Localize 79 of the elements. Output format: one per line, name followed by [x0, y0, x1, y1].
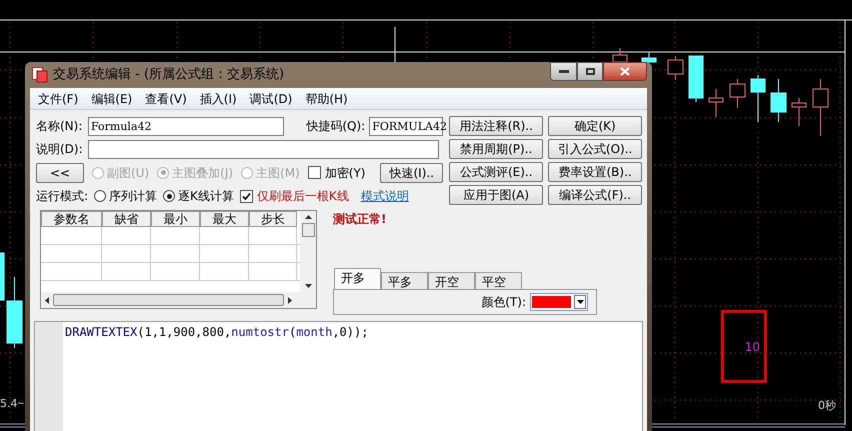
code-line: DRAWTEXTEX(1,1,900,800,numtostr(month,0)); [65, 324, 368, 341]
tab[interactable]: 开空 [428, 272, 475, 289]
code-editor[interactable]: DRAWTEXTEX(1,1,900,800,numtostr(month,0)); [34, 321, 643, 431]
candlestick [770, 78, 786, 122]
mode-label: 运行模式: [36, 188, 88, 205]
radio-label: 逐K线计算 [178, 188, 234, 205]
close-button[interactable] [603, 62, 647, 81]
input-field[interactable] [88, 140, 439, 158]
candlestick [812, 78, 828, 136]
radio-button[interactable] [94, 190, 106, 202]
tab[interactable]: 平多 [381, 272, 428, 289]
column-header[interactable]: 步长 [249, 211, 297, 227]
radio-label: 副图(U) [107, 164, 150, 182]
menu-item[interactable]: 插入(I) [200, 90, 237, 108]
price-marker: ~ [17, 398, 25, 411]
radio-label: 主图(M) [256, 164, 300, 182]
status-message: 测试正常! [333, 211, 388, 228]
candlestick [730, 78, 746, 108]
color-label: 颜色(T): [481, 294, 526, 311]
minimize-button[interactable] [550, 62, 577, 81]
vertical-scrollbar[interactable] [300, 211, 316, 292]
checkbox-label: 仅刷最后一根K线 [256, 188, 349, 205]
candlestick [612, 48, 628, 62]
field-label: 说明(D): [36, 141, 84, 158]
candlestick [708, 88, 724, 118]
quick-button[interactable]: 快速(I).. [380, 162, 444, 182]
column-header[interactable]: 最小 [151, 211, 200, 227]
close-icon [620, 67, 630, 76]
candlestick [6, 276, 22, 348]
candlestick [750, 74, 766, 122]
timer-label: 0秒 [818, 398, 836, 414]
menu-item[interactable]: 查看(V) [145, 90, 187, 108]
dialog-button[interactable]: 引入公式(O).. [548, 139, 642, 159]
dialog-button[interactable]: 编译公式(F).. [548, 185, 642, 205]
radio-label: 主图叠加(J) [172, 164, 234, 182]
checkbox-label: 加密(Y) [324, 164, 366, 182]
mode-help-link[interactable]: 模式说明 [360, 187, 409, 205]
candlestick [688, 56, 704, 102]
candlestick [668, 56, 684, 80]
tab[interactable]: 平空 [475, 272, 522, 289]
tab[interactable]: 开多 [334, 268, 381, 289]
menu-item[interactable]: 调试(D) [250, 90, 292, 108]
radio-label: 序列计算 [109, 188, 158, 205]
window-title: 交易系统编辑 - (所属公式组：交易系统) [53, 66, 284, 84]
scroll-thumb[interactable] [302, 223, 314, 237]
price-label: 5.4 [0, 397, 18, 411]
dialog-button[interactable]: 确定(K) [548, 116, 642, 136]
dialog-button[interactable]: 用法注释(R).. [449, 116, 544, 136]
scroll-right-arrow-icon[interactable] [288, 296, 292, 304]
input-field[interactable]: Formula42 [88, 116, 284, 136]
menu-item[interactable]: 文件(F) [38, 90, 78, 108]
menu-item[interactable]: 帮助(H) [305, 90, 348, 108]
candlestick [792, 98, 806, 126]
color-picker[interactable] [530, 293, 588, 311]
dialog-button[interactable]: 费率设置(B).. [548, 162, 642, 182]
app-icon [32, 67, 48, 83]
chart-text-label: 10 [744, 338, 760, 356]
column-header[interactable]: 参数名 [41, 211, 102, 227]
candlestick [0, 252, 4, 300]
dialog-button[interactable]: 应用于图(A) [449, 185, 544, 205]
dialog-button[interactable]: 禁用周期(P).. [449, 139, 544, 159]
checkbox[interactable] [308, 166, 321, 179]
scroll-down-arrow-icon[interactable] [304, 284, 312, 288]
collapse-button[interactable]: << [36, 162, 84, 182]
dialog-button[interactable]: 公式测评(E).. [449, 162, 544, 182]
candlestick [642, 52, 656, 62]
input-field[interactable]: FORMULA42 [369, 116, 444, 136]
scroll-left-arrow-icon[interactable] [45, 296, 49, 304]
scroll-up-arrow-icon[interactable] [304, 215, 312, 219]
horizontal-scrollbar[interactable] [41, 292, 316, 308]
column-header[interactable]: 缺省 [102, 211, 151, 227]
menu-item[interactable]: 编辑(E) [91, 90, 132, 108]
checkbox[interactable] [240, 190, 253, 202]
scroll-thumb[interactable] [53, 294, 284, 306]
column-header[interactable]: 最大 [200, 211, 249, 227]
field-label: 快捷码(Q): [306, 118, 366, 135]
field-label: 名称(N): [36, 118, 84, 135]
radio-button[interactable] [163, 190, 176, 202]
maximize-button[interactable] [577, 62, 603, 81]
